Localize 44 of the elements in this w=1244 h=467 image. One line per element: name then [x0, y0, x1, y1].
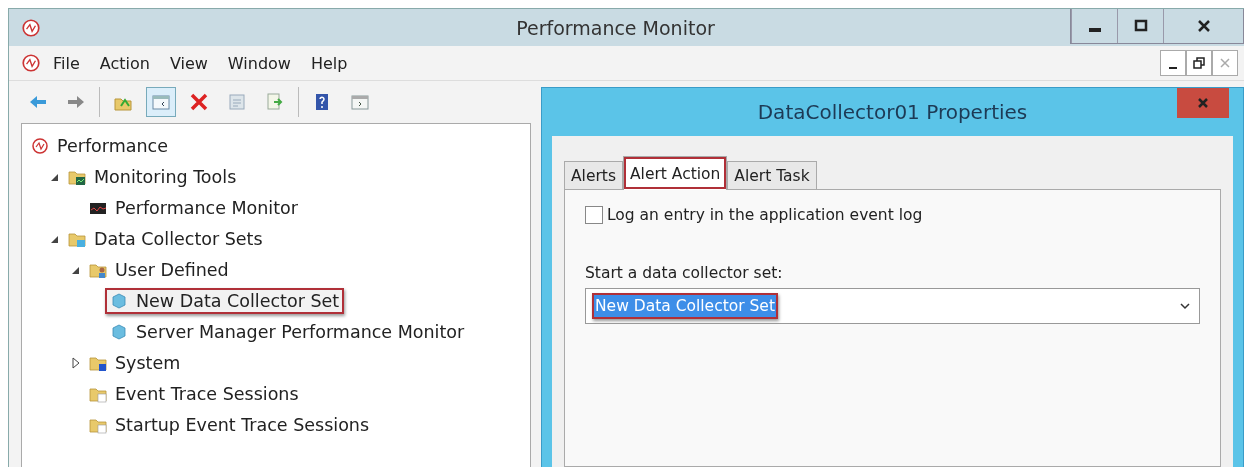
tree-item[interactable]: Performance Monitor	[84, 194, 303, 221]
set-icon	[110, 322, 128, 341]
checkbox[interactable]	[585, 206, 603, 224]
maximize-icon	[1133, 19, 1148, 33]
tab[interactable]: Alert Action	[623, 156, 728, 190]
field-label: Start a data collector set:	[585, 264, 784, 282]
window-title: Performance Monitor	[515, 16, 716, 39]
dialog-title: DataCollector01 Properties	[757, 100, 1028, 124]
app-icon[interactable]	[21, 53, 41, 74]
caret-icon	[1179, 300, 1191, 312]
close-icon	[1220, 58, 1230, 69]
set-icon	[110, 291, 128, 310]
close-button[interactable]	[1177, 88, 1229, 118]
tree-item[interactable]: User Defined	[84, 256, 234, 283]
tree-item[interactable]: Data Collector Sets	[63, 225, 268, 252]
window-pane-icon	[350, 92, 370, 112]
menu-item[interactable]: Help	[302, 49, 356, 77]
export-icon	[265, 92, 285, 112]
tree-item[interactable]: Server Manager Performance Monitor	[105, 318, 470, 345]
restore-icon	[1193, 57, 1205, 70]
tree-item[interactable]: Performance	[26, 132, 173, 159]
tree-item[interactable]: Event Trace Sessions	[84, 380, 304, 407]
tab[interactable]: Alerts	[564, 161, 623, 189]
checkbox-label: Log an entry in the application event log	[607, 206, 923, 224]
tree-item[interactable]: System	[84, 349, 186, 376]
menu-item[interactable]: Window	[219, 49, 299, 77]
window-pane-icon	[151, 92, 171, 112]
minimize-button[interactable]	[1160, 50, 1186, 77]
tree-item[interactable]: Monitoring Tools	[63, 163, 242, 190]
app-icon	[21, 17, 41, 38]
tree-item[interactable]: Startup Event Trace Sessions	[84, 411, 375, 438]
delete-icon	[189, 92, 209, 112]
root-icon	[31, 136, 49, 155]
tab[interactable]: Alert Task	[727, 161, 817, 189]
minimize-icon	[1088, 28, 1101, 32]
close-icon	[1196, 19, 1211, 33]
menu-item[interactable]: View	[161, 49, 216, 77]
menu-item[interactable]: Action	[91, 49, 158, 77]
document-icon	[227, 92, 247, 112]
close-icon	[1197, 97, 1209, 109]
tree-item[interactable]: New Data Collector Set	[105, 287, 345, 314]
restore-button[interactable]	[1186, 50, 1212, 77]
minimize-icon	[1169, 67, 1177, 70]
menu-item[interactable]: File	[45, 49, 88, 77]
